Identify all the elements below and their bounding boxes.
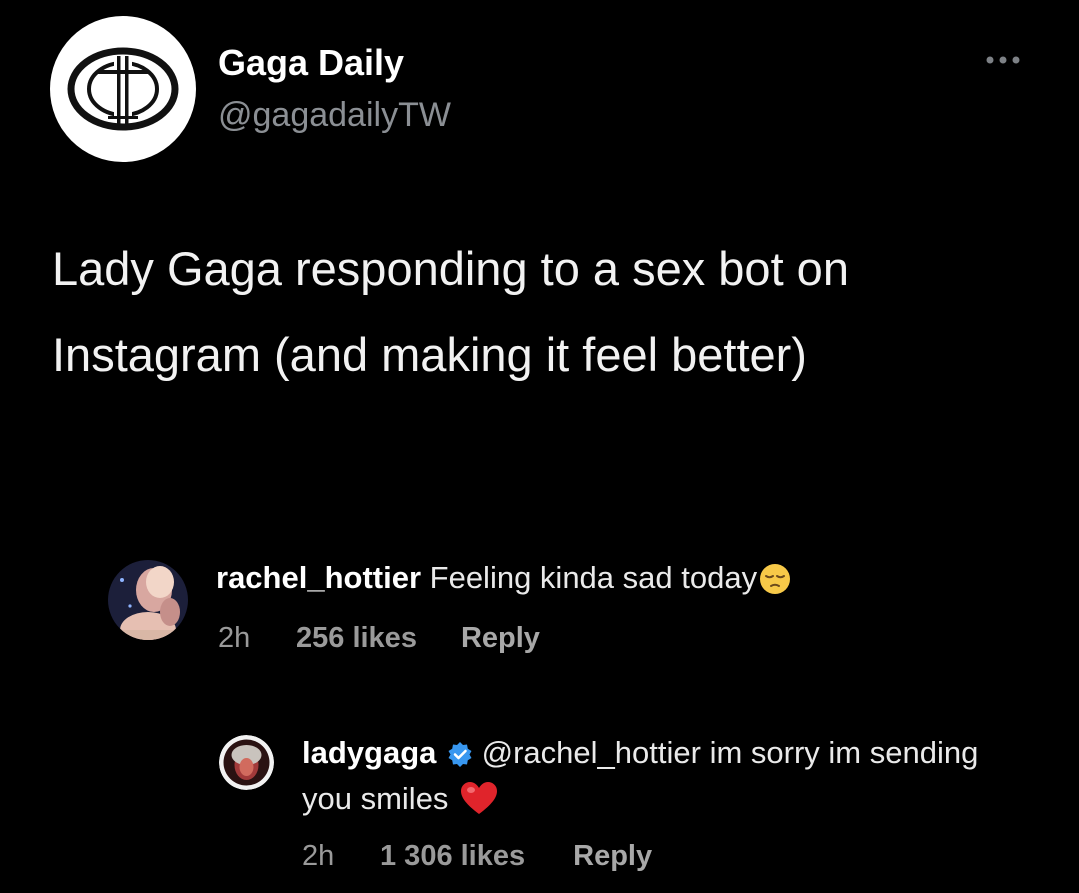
reply-meta: 2h 1 306 likes Reply bbox=[302, 840, 652, 873]
comment-time: 2h bbox=[218, 622, 251, 654]
comment-body: rachel_hottier Feeling kinda sad today bbox=[216, 555, 976, 601]
reply-button[interactable]: Reply bbox=[461, 622, 540, 655]
comment-meta: 2h 256 likes Reply bbox=[218, 622, 540, 655]
reply-likes[interactable]: 1 306 likes bbox=[380, 840, 525, 873]
pensive-face-icon bbox=[760, 564, 791, 594]
reply-time: 2h bbox=[302, 840, 335, 872]
commenter-avatar[interactable] bbox=[108, 560, 188, 640]
comment-text: Feeling kinda sad today bbox=[429, 560, 758, 595]
tweet-text: Lady Gaga responding to a sex bot on Ins… bbox=[52, 242, 849, 381]
author-name[interactable]: Gaga Daily bbox=[218, 42, 404, 84]
reply-username[interactable]: ladygaga bbox=[302, 735, 436, 770]
ellipsis-icon[interactable] bbox=[982, 48, 1024, 72]
reply-button[interactable]: Reply bbox=[573, 840, 652, 873]
verified-badge-icon bbox=[448, 742, 472, 767]
comment-username[interactable]: rachel_hottier bbox=[216, 560, 421, 595]
comment-likes[interactable]: 256 likes bbox=[296, 622, 417, 655]
profile-avatar[interactable] bbox=[50, 16, 196, 162]
gaga-daily-logo-icon bbox=[67, 47, 179, 131]
reply-mention[interactable]: @rachel_hottier bbox=[482, 735, 701, 770]
commenter-avatar[interactable] bbox=[219, 735, 274, 790]
red-heart-icon bbox=[461, 782, 498, 814]
reply-body: ladygaga @rachel_hottier im sorry im sen… bbox=[302, 730, 1022, 822]
author-handle[interactable]: @gagadailyTW bbox=[218, 96, 451, 135]
